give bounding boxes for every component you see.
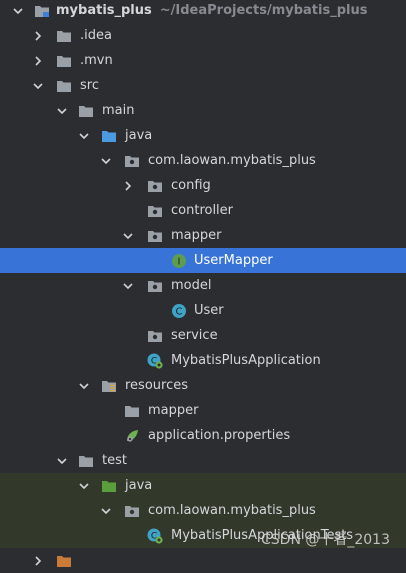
tree-label: com.laowan.mybatis_plus <box>148 152 316 168</box>
package-icon <box>124 153 140 169</box>
spring-boot-class-icon: C <box>147 353 163 369</box>
tree-label: main <box>102 102 135 118</box>
tree-label: .mvn <box>80 52 113 68</box>
tree-label: model <box>171 277 212 293</box>
spring-properties-icon <box>124 428 140 444</box>
tree-label: MybatisPlusApplication <box>171 352 321 368</box>
tree-row-mvn[interactable]: .mvn <box>0 48 406 73</box>
folder-icon <box>56 78 72 94</box>
tree-label: test <box>102 452 127 468</box>
chevron-down-icon[interactable] <box>32 80 44 92</box>
tree-label: UserMapper <box>194 252 273 268</box>
tree-row-package-test[interactable]: com.laowan.mybatis_plus <box>0 498 406 523</box>
source-folder-icon <box>101 128 117 144</box>
package-icon <box>147 278 163 294</box>
tree-label: mapper <box>148 402 199 418</box>
tree-row-controller[interactable]: controller <box>0 198 406 223</box>
interface-icon: I <box>171 253 187 269</box>
tree-row-resources[interactable]: resources <box>0 373 406 398</box>
chevron-right-icon <box>32 555 44 567</box>
package-icon <box>147 228 163 244</box>
chevron-down-icon[interactable] <box>56 105 68 117</box>
tree-row-project-root[interactable]: mybatis_plus ~/IdeaProjects/mybatis_plus <box>0 0 406 23</box>
chevron-down-icon[interactable] <box>12 5 24 17</box>
tree-row-test[interactable]: test <box>0 448 406 473</box>
package-icon <box>147 328 163 344</box>
chevron-down-icon[interactable] <box>100 155 112 167</box>
tree-label: java <box>125 127 153 143</box>
chevron-right-icon[interactable] <box>32 55 44 67</box>
project-path: ~/IdeaProjects/mybatis_plus <box>159 2 368 18</box>
tree-row-user-mapper[interactable]: I UserMapper <box>0 248 406 273</box>
folder-icon <box>56 28 72 44</box>
svg-text:I: I <box>178 256 181 267</box>
tree-label: service <box>171 327 218 343</box>
chevron-down-icon[interactable] <box>122 280 134 292</box>
folder-icon <box>56 553 72 569</box>
watermark: CSDN @十者_2013 <box>261 532 390 548</box>
tree-label: com.laowan.mybatis_plus <box>148 502 316 518</box>
tree-row-main[interactable]: main <box>0 98 406 123</box>
tree-row-java-test[interactable]: java <box>0 473 406 498</box>
project-name: mybatis_plus ~/IdeaProjects/mybatis_plus <box>56 2 368 18</box>
chevron-down-icon[interactable] <box>78 130 90 142</box>
package-icon <box>124 503 140 519</box>
test-folder-icon <box>101 478 117 494</box>
tree-row-partial <box>0 548 406 573</box>
test-class-icon: C <box>147 528 163 544</box>
tree-row-model[interactable]: model <box>0 273 406 298</box>
chevron-down-icon[interactable] <box>78 480 90 492</box>
chevron-right-icon[interactable] <box>32 30 44 42</box>
tree-label: controller <box>171 202 234 218</box>
tree-label: application.properties <box>148 427 291 443</box>
tree-row-java-main[interactable]: java <box>0 123 406 148</box>
chevron-down-icon[interactable] <box>78 380 90 392</box>
tree-label: mapper <box>171 227 222 243</box>
tree-row-config[interactable]: config <box>0 173 406 198</box>
package-icon <box>147 178 163 194</box>
package-icon <box>147 203 163 219</box>
chevron-down-icon[interactable] <box>100 505 112 517</box>
folder-icon <box>78 103 94 119</box>
tree-label: src <box>80 77 99 93</box>
chevron-down-icon[interactable] <box>56 455 68 467</box>
tree-label: resources <box>125 377 189 393</box>
tree-row-resources-mapper[interactable]: mapper <box>0 398 406 423</box>
tree-row-src[interactable]: src <box>0 73 406 98</box>
tree-row-service[interactable]: service <box>0 323 406 348</box>
folder-icon <box>56 53 72 69</box>
tree-row-user[interactable]: C User <box>0 298 406 323</box>
tree-label: config <box>171 177 211 193</box>
tree-row-application-properties[interactable]: application.properties <box>0 423 406 448</box>
tree-row-idea[interactable]: .idea <box>0 23 406 48</box>
chevron-right-icon[interactable] <box>122 180 134 192</box>
tree-label: java <box>125 477 153 493</box>
project-tree: mybatis_plus ~/IdeaProjects/mybatis_plus … <box>0 0 406 567</box>
class-icon: C <box>171 303 187 319</box>
tree-label: User <box>194 302 224 318</box>
folder-icon <box>124 403 140 419</box>
tree-row-application[interactable]: C MybatisPlusApplication <box>0 348 406 373</box>
tree-row-mapper[interactable]: mapper <box>0 223 406 248</box>
resources-folder-icon <box>101 378 117 394</box>
tree-label: .idea <box>80 27 112 43</box>
svg-text:C: C <box>176 306 183 317</box>
folder-icon <box>78 453 94 469</box>
tree-row-package-main[interactable]: com.laowan.mybatis_plus <box>0 148 406 173</box>
module-folder-icon <box>34 3 50 19</box>
chevron-down-icon[interactable] <box>122 230 134 242</box>
